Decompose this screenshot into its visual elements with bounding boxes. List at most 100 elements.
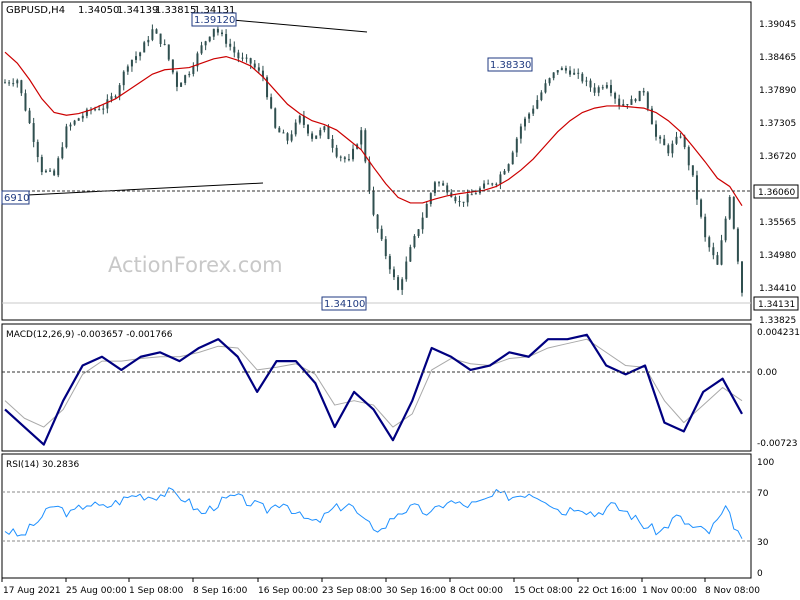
candle-body [454, 197, 457, 202]
candle-body [315, 135, 318, 139]
chart-root: ActionForex.com GBPUSD,H4 1.34050 1.3413… [1, 1, 800, 596]
candle-body [180, 82, 183, 87]
price-tick: 1.36720 [759, 152, 796, 162]
x-tick-label: 22 Oct 16:00 [578, 586, 637, 596]
candle-body [667, 145, 670, 154]
candle-body [528, 113, 531, 119]
candle-body [679, 136, 682, 138]
candle-body [720, 240, 723, 265]
candle-body [691, 165, 694, 176]
macd-line [4, 333, 743, 446]
macd-label: MACD(12,26,9) -0.003657 -0.001766 [6, 330, 173, 340]
candle-body [425, 203, 428, 218]
candle-body [495, 183, 498, 185]
candle-body [229, 43, 232, 47]
price-tick: 1.33825 [759, 316, 796, 326]
candle-body [4, 82, 6, 84]
candle-body [458, 201, 461, 203]
candle-body [122, 71, 125, 86]
candle-body [49, 170, 52, 172]
candle-body [16, 80, 19, 84]
candle-body [646, 92, 649, 109]
candle-body [413, 235, 416, 248]
symbol-label: GBPUSD,H4 [6, 5, 65, 16]
candle-body [442, 183, 445, 186]
candle-body [225, 34, 228, 44]
candle-body [601, 87, 604, 89]
candle-body [429, 193, 432, 204]
candle-body [188, 73, 191, 76]
candle-body [135, 56, 138, 60]
candle-body [12, 83, 15, 85]
rsi-tick: 30 [757, 538, 769, 548]
candle-body [110, 96, 113, 100]
x-tick-label: 8 Nov 08:00 [705, 586, 760, 596]
candle-body [741, 261, 743, 293]
candle-body [540, 92, 543, 100]
candle-body [81, 115, 84, 119]
annotation-left: 6910 [4, 193, 29, 204]
candle-body [704, 216, 707, 238]
x-tick-label: 16 Sep 00:00 [258, 586, 318, 596]
x-tick-label: 30 Sep 16:00 [386, 586, 446, 596]
candle-body [65, 126, 68, 148]
candle-body [212, 28, 215, 37]
candle-body [163, 44, 166, 46]
rsi-plot [4, 487, 743, 539]
candle-body [130, 59, 133, 67]
price-tick: 1.38465 [759, 53, 796, 63]
candle-body [589, 80, 592, 88]
candle-body [216, 28, 219, 33]
candle-body [593, 87, 596, 93]
candle-body [372, 190, 375, 215]
candle-body [708, 237, 711, 248]
x-tick-label: 1 Nov 00:00 [642, 586, 697, 596]
price-tick: 1.37305 [759, 119, 796, 129]
candle-body [77, 118, 80, 121]
candle-body [634, 99, 637, 102]
candle-body [24, 93, 27, 111]
rsi-panel-frame [1, 453, 752, 579]
candle-body [712, 247, 715, 256]
candle-body [675, 136, 678, 144]
candle-body [200, 45, 203, 54]
rsi-tick: 0 [757, 569, 763, 579]
candle-body [61, 147, 64, 159]
rsi-line [4, 487, 743, 539]
candle-body [614, 92, 617, 99]
lower-trend-line [7, 182, 264, 197]
candle-body [352, 148, 355, 160]
candle-body [466, 194, 469, 203]
candle-body [626, 104, 629, 106]
x-tick-label: 8 Sep 16:00 [193, 586, 248, 596]
candle-body [40, 157, 43, 173]
candle-body [335, 147, 338, 157]
candle-body [556, 70, 559, 73]
candle-body [257, 67, 260, 71]
candle-body [376, 214, 379, 229]
candle-body [605, 85, 608, 88]
macd-tick: -0.00723 [757, 439, 797, 449]
candle-body [388, 256, 391, 270]
watermark: ActionForex.com [108, 253, 283, 277]
candle-body [736, 228, 739, 262]
candle-body [298, 115, 301, 123]
candle-body [171, 59, 174, 73]
candle-body [139, 52, 142, 57]
macd-tick: 0.00 [757, 368, 777, 378]
candle-body [147, 39, 150, 43]
candle-body [663, 138, 666, 146]
candle-body [421, 217, 424, 230]
candle-body [241, 57, 244, 59]
macd-plot [4, 333, 743, 446]
level-price-tag-text: 1.36060 [758, 188, 795, 198]
candle-body [532, 108, 535, 114]
candle-body [53, 170, 56, 176]
candle-body [360, 130, 363, 145]
candle-body [474, 193, 477, 195]
x-tick-label: 1 Sep 08:00 [129, 586, 184, 596]
candle-body [323, 126, 326, 131]
candle-body [716, 255, 719, 265]
candle-body [597, 87, 600, 93]
candle-body [339, 156, 342, 158]
